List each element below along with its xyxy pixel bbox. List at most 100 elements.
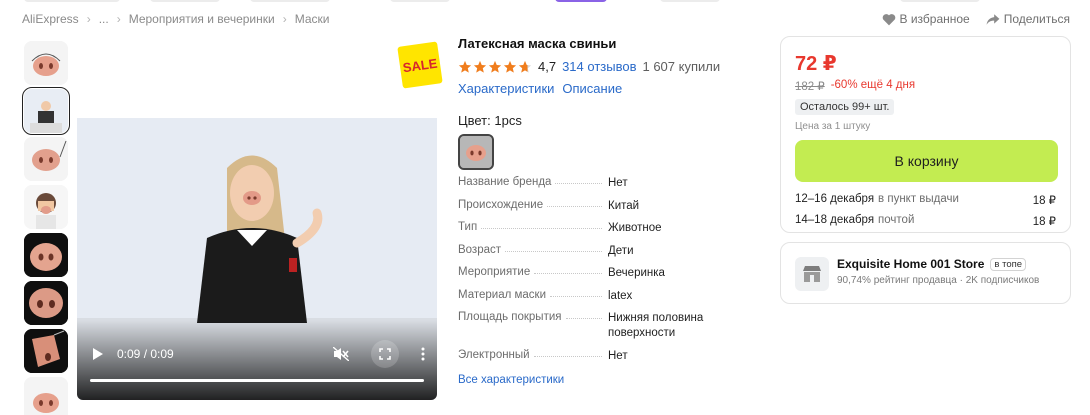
spec-value: latex	[608, 289, 633, 302]
breadcrumb-item-masks[interactable]: Маски	[295, 12, 330, 26]
more-options-icon[interactable]	[421, 347, 425, 361]
spec-key-cell: Площадь покрытия	[458, 311, 608, 323]
video-progress-bar[interactable]	[90, 379, 424, 382]
spec-value: Дети	[608, 244, 634, 257]
buy-box: 72 ₽ 182 ₽ -60% ещё 4 дня Осталось 99+ ш…	[780, 36, 1071, 233]
all-specs-link[interactable]: Все характеристики	[458, 374, 758, 386]
shipping-dates: 12–16 декабря	[795, 193, 875, 205]
reviews-link[interactable]: 314 отзывов	[562, 59, 636, 74]
dotted-leader	[533, 356, 602, 357]
chevron-right-icon: ›	[86, 12, 91, 26]
seller-name[interactable]: Exquisite Home 001 Store	[837, 257, 984, 271]
mute-icon[interactable]	[333, 347, 349, 361]
color-swatch-1pcs[interactable]	[458, 134, 494, 170]
old-price-row: 182 ₽ -60% ещё 4 дня	[795, 79, 1056, 93]
spec-row: Материал маски latex	[458, 289, 758, 312]
spec-key-cell: Тип	[458, 221, 608, 233]
spec-row: Тип Животное	[458, 221, 758, 244]
seller-name-row: Exquisite Home 001 Store в топе	[837, 257, 1039, 271]
thumbnail-3[interactable]	[24, 137, 68, 181]
dotted-leader	[555, 183, 602, 184]
dotted-leader	[505, 250, 602, 252]
rating-stars	[458, 60, 532, 74]
spec-value: Животное	[608, 222, 662, 234]
spec-key-cell: Название бренда	[458, 176, 608, 188]
shipping-dates: 14–18 декабря	[795, 214, 875, 226]
star-icon	[488, 60, 502, 73]
product-tabs: Характеристики Описание	[458, 81, 758, 96]
favorite-label: В избранное	[899, 12, 970, 26]
tab-characteristics[interactable]: Характеристики	[458, 81, 554, 96]
chevron-right-icon: ›	[116, 12, 121, 26]
spec-key-cell: Материал маски	[458, 289, 608, 301]
shipping-method: в пункт выдачи	[878, 193, 959, 205]
product-info: Латексная маска свиньи 4,7 314 отзывов 1…	[458, 36, 758, 170]
chevron-right-icon: ›	[282, 12, 287, 26]
discount-label: -60% ещё 4 дня	[830, 79, 916, 91]
shipping-option-post[interactable]: 14–18 декабря почтой 18 ₽	[795, 214, 1056, 228]
seller-stats: 90,74% рейтинг продавца · 2K подписчиков	[837, 275, 1040, 286]
sale-badge: SALE	[397, 41, 443, 89]
star-icon	[503, 60, 517, 73]
thumbnail-7[interactable]	[24, 329, 68, 373]
spec-value: Нет	[608, 350, 628, 362]
spec-row: Электронный Нет	[458, 349, 758, 372]
purchased-count: 1 607 купили	[642, 59, 721, 74]
heart-icon	[882, 13, 895, 25]
add-to-cart-button[interactable]: В корзину	[795, 140, 1058, 182]
shipping-price: 18 ₽	[1032, 216, 1056, 228]
tab-description[interactable]: Описание	[562, 81, 622, 96]
rating-value: 4,7	[538, 59, 557, 74]
product-video-player[interactable]: 0:09 / 0:09	[77, 118, 437, 400]
spec-key: Возраст	[458, 243, 502, 256]
breadcrumb: AliExpress › ... › Мероприятия и вечерин…	[22, 12, 329, 26]
spec-key: Электронный	[458, 349, 530, 361]
dotted-leader	[547, 205, 602, 207]
star-icon	[458, 60, 472, 73]
fullscreen-icon[interactable]	[371, 340, 399, 368]
thumbnail-1[interactable]	[24, 41, 68, 85]
spec-key: Материал маски	[458, 288, 547, 301]
spec-key: Площадь покрытия	[458, 311, 562, 323]
thumbnail-gallery	[22, 41, 70, 415]
seller-info: Exquisite Home 001 Store в топе 90,74% р…	[837, 257, 1039, 286]
seller-top-badge: в топе	[990, 257, 1027, 271]
dotted-leader	[565, 318, 602, 319]
color-label: Цвет: 1pcs	[458, 113, 522, 128]
stock-badge: Осталось 99+ шт.	[795, 99, 895, 115]
breadcrumb-item-ellipsis[interactable]: ...	[99, 12, 109, 26]
spec-row: Площадь покрытия Нижняя половина поверхно…	[458, 311, 758, 349]
thumbnail-5[interactable]	[24, 233, 68, 277]
dotted-leader	[550, 295, 602, 297]
thumbnail-4[interactable]	[24, 185, 68, 229]
share-button[interactable]: Поделиться	[986, 12, 1070, 26]
play-icon[interactable]	[93, 348, 103, 360]
spec-key: Происхождение	[458, 198, 544, 211]
thumbnail-6[interactable]	[24, 281, 68, 325]
breadcrumb-item-events[interactable]: Мероприятия и вечеринки	[129, 12, 275, 26]
thumbnail-video[interactable]	[22, 87, 70, 135]
share-label: Поделиться	[1003, 12, 1070, 26]
old-price: 182 ₽	[795, 81, 825, 93]
store-icon	[795, 257, 829, 291]
spec-value: Нет	[608, 177, 628, 189]
current-price: 72 ₽	[795, 53, 837, 75]
thumbnail-8[interactable]	[24, 377, 68, 415]
video-time: 0:09 / 0:09	[117, 347, 174, 361]
seller-card[interactable]: Exquisite Home 001 Store в топе 90,74% р…	[780, 242, 1071, 304]
video-controls: 0:09 / 0:09	[89, 340, 425, 368]
spec-row: Происхождение Китай	[458, 199, 758, 222]
spec-key-cell: Электронный	[458, 349, 608, 361]
star-icon	[473, 60, 487, 73]
favorite-button[interactable]: В избранное	[882, 12, 970, 26]
shipping-option-pickup[interactable]: 12–16 декабря в пункт выдачи 18 ₽	[795, 193, 1056, 207]
spec-row: Возраст Дети	[458, 244, 758, 267]
shipping-price: 18 ₽	[1032, 195, 1056, 207]
spec-value: Вечеринка	[608, 267, 665, 279]
breadcrumb-item-aliexpress[interactable]: AliExpress	[22, 12, 79, 26]
unit-price-note: Цена за 1 штуку	[795, 121, 871, 132]
specs-table: Название бренда Нет Происхождение Китай Тип Ж…	[458, 176, 758, 386]
shipping-method: почтой	[878, 214, 915, 226]
top-actions: В избранное Поделиться	[882, 12, 1070, 26]
share-icon	[986, 13, 1000, 25]
